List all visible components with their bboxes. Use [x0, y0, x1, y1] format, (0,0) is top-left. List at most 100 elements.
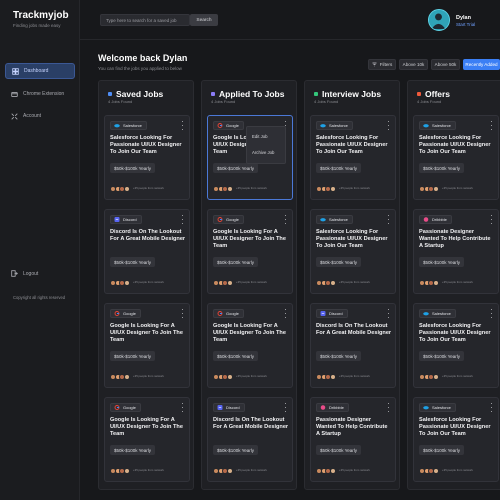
google-logo-icon	[114, 311, 120, 316]
logout-button[interactable]: Logout	[11, 270, 38, 277]
avatar[interactable]	[428, 9, 450, 31]
edit-job-menu-item[interactable]: Edit Job	[252, 134, 268, 139]
column-count: 4 Jobs Found	[417, 99, 442, 104]
job-card[interactable]: Google Google Is Looking For A UI/UX Desi…	[104, 303, 190, 388]
filter-recently-added[interactable]: Recently Added	[463, 59, 500, 70]
sidebar-item-label: Chrome Extension	[23, 91, 65, 97]
job-card[interactable]: Salesforce Salesforce Looking For Passion…	[413, 397, 499, 482]
more-options-icon[interactable]	[181, 309, 184, 318]
archive-job-menu-item[interactable]: Archive Job	[252, 150, 274, 155]
logout-label: Logout	[23, 270, 39, 277]
brand: Trackmyjob Finding jobs made easy	[13, 10, 69, 28]
discord-logo-icon	[114, 217, 120, 222]
company-name: Dribbble	[432, 217, 447, 222]
company-tag: Salesforce	[419, 121, 456, 130]
job-card[interactable]: Google Google Is Looking For A UI/UX Desi…	[104, 397, 190, 482]
network-people: +35 people from network	[110, 468, 164, 474]
job-card[interactable]: Salesforce Salesforce Looking For Passion…	[413, 115, 499, 200]
job-card[interactable]: Salesforce Salesforce Looking For Passion…	[104, 115, 190, 200]
network-people: +35 people from network	[213, 280, 267, 286]
company-tag: Salesforce	[419, 309, 456, 318]
salary-badge: $50k-$100k Yearly	[213, 445, 259, 455]
more-options-icon[interactable]	[387, 215, 390, 224]
network-people: +35 people from network	[213, 186, 267, 192]
column-title: Offers	[417, 89, 450, 99]
company-tag: Salesforce	[316, 121, 353, 130]
dashboard-icon	[12, 67, 19, 75]
network-people: +35 people from network	[316, 186, 370, 192]
network-avatar	[329, 280, 336, 286]
more-options-icon[interactable]	[284, 215, 287, 224]
job-title: Discord Is On The Lookout For A Great Mo…	[316, 323, 392, 336]
more-options-icon[interactable]	[181, 121, 184, 130]
more-options-icon[interactable]	[490, 403, 493, 412]
job-card[interactable]: Discord Discord Is On The Lookout For A G…	[207, 397, 293, 482]
job-title: Google Is Looking For A UI/UX Designer T…	[110, 323, 183, 343]
start-trial-link[interactable]: Start Trial	[456, 22, 475, 27]
network-avatar	[432, 280, 439, 286]
search-button[interactable]: Search	[190, 14, 218, 26]
brand-name: Trackmyjob	[13, 10, 69, 21]
job-title: Google Is Looking For A UI/UX Designer T…	[110, 417, 183, 437]
network-avatar	[432, 374, 439, 380]
job-title: Passionate Designer Wanted To Help Contr…	[419, 229, 491, 249]
column-status-marker	[211, 92, 215, 96]
topbar: Search Dylan Start Trial	[80, 0, 500, 40]
filter-above-50k[interactable]: Above 50k	[431, 59, 460, 70]
network-avatar	[226, 280, 233, 286]
network-count: +35 people from network	[442, 280, 473, 285]
salesforce-logo-icon	[320, 124, 326, 128]
google-logo-icon	[217, 123, 223, 128]
job-card[interactable]: Google Google Is Looking For A UI/UX Desi…	[207, 303, 293, 388]
sidebar: Trackmyjob Finding jobs made easy Dashbo…	[0, 0, 80, 500]
sidebar-item-chrome-extension[interactable]: Chrome Extension	[5, 86, 75, 102]
job-card[interactable]: Dribbble Passionate Designer Wanted To He…	[413, 209, 499, 294]
more-options-icon[interactable]	[490, 215, 493, 224]
network-avatar	[432, 186, 439, 192]
job-title: Salesforce Looking For Passionate UI/UX …	[419, 323, 491, 343]
company-name: Discord	[329, 311, 343, 316]
job-card[interactable]: Google Google Is Looking For A UI/UX Desi…	[207, 209, 293, 294]
more-options-icon[interactable]	[181, 403, 184, 412]
chrome-extension-icon	[11, 91, 18, 97]
more-options-icon[interactable]	[284, 403, 287, 412]
more-options-icon[interactable]	[490, 121, 493, 130]
company-tag: Salesforce	[419, 403, 456, 412]
column-status-marker	[417, 92, 421, 96]
job-title: Google Is Looking For A UI/UX Designer T…	[213, 229, 286, 249]
company-tag: Dribbble	[419, 215, 452, 224]
google-logo-icon	[114, 405, 120, 410]
salary-badge: $50k-$100k Yearly	[419, 163, 465, 173]
column-status-marker	[108, 92, 112, 96]
more-options-icon[interactable]	[387, 403, 390, 412]
filters-button[interactable]: Filters	[368, 59, 396, 70]
network-people: +35 people from network	[110, 280, 164, 286]
job-card[interactable]: Salesforce Salesforce Looking For Passion…	[413, 303, 499, 388]
search-input[interactable]	[100, 14, 190, 26]
sidebar-item-dashboard[interactable]: Dashboard	[5, 63, 75, 79]
job-card[interactable]: Dribbble Passionate Designer Wanted To He…	[310, 397, 396, 482]
more-options-icon[interactable]	[490, 309, 493, 318]
job-card[interactable]: Discord Discord Is On The Lookout For A G…	[310, 303, 396, 388]
filter-above-10k[interactable]: Above 10k	[399, 59, 428, 70]
more-options-icon[interactable]	[284, 309, 287, 318]
column-count: 4 Jobs Found	[211, 99, 236, 104]
more-options-icon[interactable]	[387, 121, 390, 130]
sidebar-item-account[interactable]: Account	[5, 108, 75, 124]
salary-badge: $50k-$100k Yearly	[316, 257, 362, 267]
company-tag: Salesforce	[316, 215, 353, 224]
network-avatar	[123, 186, 130, 192]
column-title: Applied To Jobs	[211, 89, 284, 99]
brand-tagline: Finding jobs made easy	[13, 23, 61, 28]
more-options-icon[interactable]	[387, 309, 390, 318]
company-name: Google	[226, 311, 239, 316]
salary-badge: $50k-$100k Yearly	[110, 445, 156, 455]
job-card[interactable]: Discord Discord Is On The Lookout For A G…	[104, 209, 190, 294]
company-name: Discord	[123, 217, 137, 222]
company-name: Salesforce	[432, 311, 451, 316]
job-card[interactable]: Salesforce Salesforce Looking For Passion…	[310, 209, 396, 294]
job-card[interactable]: Salesforce Salesforce Looking For Passion…	[310, 115, 396, 200]
more-options-icon[interactable]	[181, 215, 184, 224]
discord-logo-icon	[320, 311, 326, 316]
network-avatar	[226, 186, 233, 192]
